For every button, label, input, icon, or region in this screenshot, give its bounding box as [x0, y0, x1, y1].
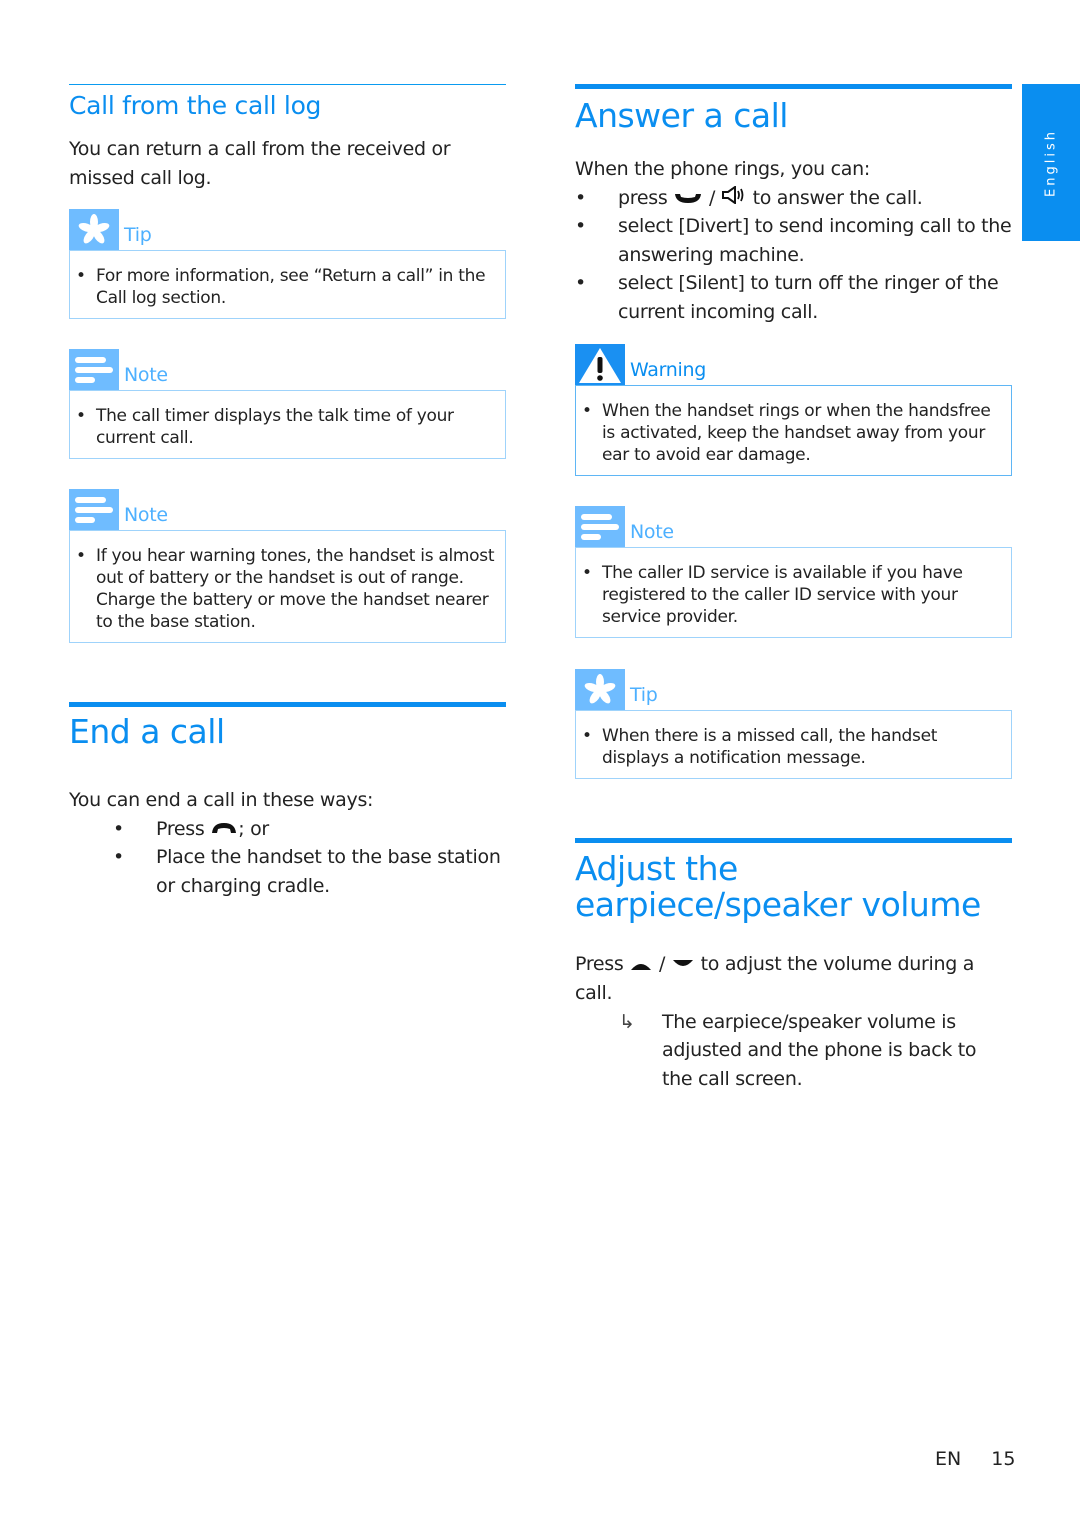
note-item: • If you hear warning tones, the handset…: [76, 546, 495, 632]
tip-asterisk-icon: [575, 669, 625, 711]
note-box: Note • The call timer displays the talk …: [69, 349, 506, 459]
list-item: • Press ; or: [113, 815, 506, 844]
speaker-icon: [721, 184, 747, 213]
left-column: Call from the call log You can return a …: [69, 84, 506, 900]
talk-icon: [673, 184, 703, 213]
warning-box: Warning • When the handset rings or when…: [575, 344, 1012, 477]
end-call-icon: [210, 815, 238, 844]
menu-option-silent: [Silent]: [678, 272, 745, 295]
warning-triangle-icon: [575, 344, 625, 386]
section-rule: [69, 84, 506, 85]
tip-item: • For more information, see “Return a ca…: [76, 266, 486, 308]
note-item: • The call timer displays the talk time …: [76, 406, 454, 448]
volume-result: ↳ The earpiece/speaker volume is adjuste…: [575, 1008, 1012, 1094]
end-call-list: • Press ; or • Place the handset to the …: [69, 815, 506, 901]
tip-box: Tip • When there is a missed call, the h…: [575, 669, 1012, 780]
tip-label: Tip: [630, 684, 658, 707]
tip-label: Tip: [124, 224, 152, 246]
note-item: • The caller ID service is available if …: [582, 563, 963, 628]
intro-text: You can return a call from the received …: [69, 138, 451, 189]
note-box: Note • If you hear warning tones, the ha…: [69, 489, 506, 643]
list-item: • select [Silent] to turn off the ringer…: [575, 272, 999, 323]
intro-text: When the phone rings, you can:: [575, 158, 870, 180]
section-heading-adjust-volume: Adjust the earpiece/speaker volume: [575, 849, 981, 925]
list-item: • select [Divert] to send incoming call …: [575, 215, 1012, 266]
note-label: Note: [124, 364, 168, 386]
volume-up-icon: [629, 951, 653, 980]
page-number: 15: [991, 1448, 1016, 1470]
section-rule: [69, 702, 506, 707]
volume-down-icon: [671, 951, 695, 980]
section-rule: [575, 84, 1012, 89]
note-lines-icon: [69, 349, 119, 390]
volume-instruction: Press / to adjust the volume during a ca…: [575, 950, 1012, 1007]
warning-label: Warning: [630, 359, 707, 382]
list-item: • Place the handset to the base station …: [113, 846, 501, 897]
language-tab: English: [1022, 84, 1080, 241]
intro-text: You can end a call in these ways:: [69, 789, 374, 811]
footer-language-code: EN: [935, 1448, 962, 1470]
note-lines-icon: [575, 506, 625, 548]
list-item: • press / to answer the call.: [575, 184, 1012, 213]
warning-item: • When the handset rings or when the han…: [582, 401, 991, 466]
tip-item: • When there is a missed call, the hands…: [582, 726, 938, 769]
note-label: Note: [630, 521, 674, 544]
page-footer: EN 15: [935, 1448, 1015, 1470]
note-label: Note: [124, 504, 168, 526]
section-heading-answer-call: Answer a call: [575, 96, 788, 135]
answer-call-list: • press / to answer the call. • select […: [575, 184, 1012, 327]
section-heading-end-call: End a call: [69, 712, 225, 751]
note-box: Note • The caller ID service is availabl…: [575, 506, 1012, 639]
right-column: Answer a call When the phone rings, you …: [575, 84, 1012, 1093]
note-lines-icon: [69, 489, 119, 530]
tip-box: Tip • For more information, see “Return …: [69, 209, 506, 319]
section-heading-call-from-log: Call from the call log: [69, 91, 322, 120]
section-rule: [575, 838, 1012, 844]
tip-asterisk-icon: [69, 209, 119, 250]
menu-option-divert: [Divert]: [678, 215, 749, 238]
result-arrow-icon: ↳: [619, 1010, 635, 1033]
language-tab-label: English: [1043, 128, 1059, 197]
